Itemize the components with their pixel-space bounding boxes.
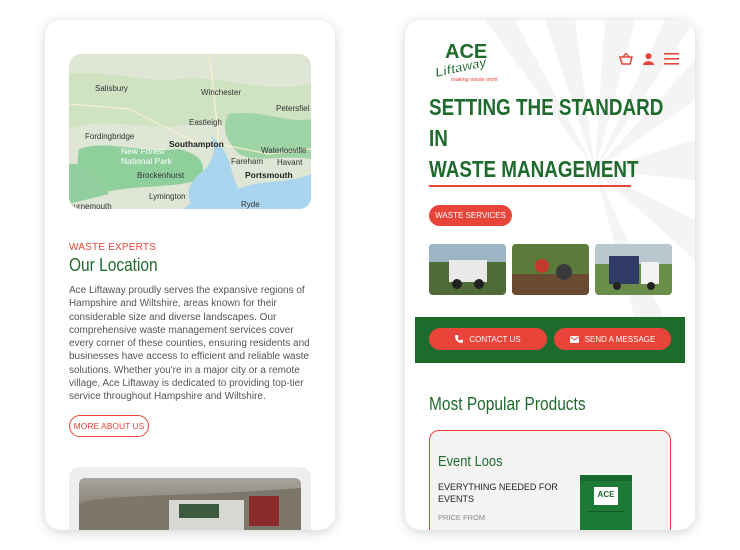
- map-place: Havant: [277, 158, 303, 167]
- send-message-button[interactable]: SEND A MESSAGE: [554, 328, 671, 350]
- gallery-photo-truck[interactable]: [429, 244, 506, 295]
- map-place: Brockenhurst: [137, 171, 185, 180]
- product-title: Event Loos: [438, 453, 503, 470]
- map-place: Fareham: [231, 157, 264, 166]
- gallery-photo-loo-truck[interactable]: [595, 244, 672, 295]
- product-card[interactable]: Event Loos EVERYTHING NEEDED FOR EVENTS …: [429, 430, 671, 530]
- map-place: Lymington: [149, 192, 186, 201]
- envelope-icon: [569, 335, 579, 343]
- location-description: Ace Liftaway proudly serves the expansiv…: [69, 285, 310, 403]
- logo-tagline: making waste work: [451, 77, 498, 83]
- contact-us-button[interactable]: CONTACT US: [429, 328, 547, 350]
- truck-photo: [79, 478, 301, 530]
- menu-icon[interactable]: [664, 52, 679, 70]
- portable-toilet-image: ACE: [578, 471, 634, 530]
- product-price-label: PRICE FROM: [438, 513, 486, 522]
- basket-icon[interactable]: [619, 51, 633, 70]
- map-place: Ryde: [241, 200, 260, 209]
- more-about-us-button[interactable]: MORE ABOUT US: [69, 415, 149, 437]
- user-icon[interactable]: [643, 52, 654, 70]
- contact-us-label: CONTACT US: [469, 334, 521, 344]
- map-place: Waterlooville: [261, 146, 307, 155]
- hero-heading: SETTING THE STANDARD IN WASTE MANAGEMENT: [429, 92, 663, 185]
- location-card: Salisbury Winchester Petersfiel Eastleig…: [45, 20, 335, 530]
- loo-logo-text: ACE: [598, 490, 616, 499]
- section-eyebrow: WASTE EXPERTS: [69, 242, 157, 253]
- map-place: Portsmouth: [245, 170, 293, 180]
- hero-underline: [429, 185, 631, 187]
- products-heading: Most Popular Products: [429, 394, 586, 414]
- waste-services-button[interactable]: WASTE SERVICES: [429, 205, 512, 226]
- map-place: New Forest National Park: [121, 146, 173, 166]
- hero-line: IN: [429, 125, 448, 151]
- map-place: Salisbury: [95, 84, 128, 93]
- home-card: ACE Liftaway making waste work SETTING T…: [405, 20, 695, 530]
- gallery-photo-workers[interactable]: [512, 244, 589, 295]
- header-icons: [619, 51, 679, 70]
- map-place: Winchester: [201, 88, 242, 97]
- phone-icon: [455, 335, 464, 343]
- ace-liftaway-logo[interactable]: ACE Liftaway making waste work: [429, 38, 499, 83]
- hero-line: WASTE MANAGEMENT: [429, 156, 639, 182]
- hero-line: SETTING THE STANDARD: [429, 94, 664, 120]
- send-message-label: SEND A MESSAGE: [584, 334, 656, 344]
- map-place: ournemouth: [69, 202, 112, 209]
- map-place: Fordingbridge: [85, 132, 135, 141]
- product-subtitle: EVERYTHING NEEDED FOR EVENTS: [438, 482, 558, 504]
- map-place: Petersfiel: [276, 104, 310, 113]
- section-heading: Our Location: [69, 255, 158, 275]
- map-place: Eastleigh: [189, 118, 222, 127]
- location-map[interactable]: Salisbury Winchester Petersfiel Eastleig…: [69, 54, 311, 209]
